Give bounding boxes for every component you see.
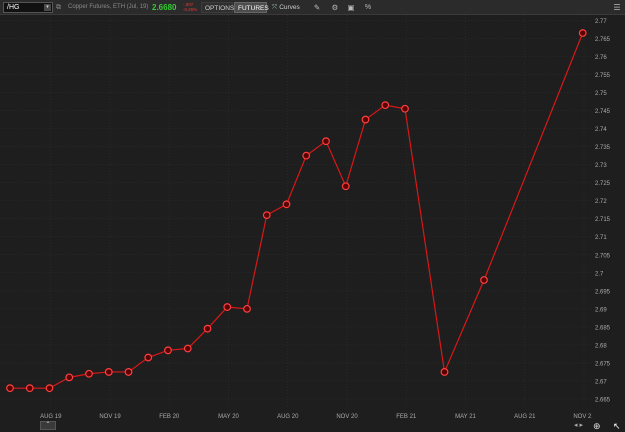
data-point[interactable] xyxy=(262,211,271,220)
snapshot-icon[interactable]: ▣ xyxy=(345,0,357,15)
cursor-icon: ↖ xyxy=(613,421,621,431)
data-point[interactable] xyxy=(85,369,93,378)
y-tick-label: 2.755 xyxy=(595,73,611,79)
data-point[interactable] xyxy=(164,346,172,355)
y-tick-label: 2.68 xyxy=(595,343,607,349)
y-tick-label: 2.71 xyxy=(595,235,607,241)
menu-icon[interactable]: ☰ xyxy=(611,0,623,15)
data-point[interactable] xyxy=(183,344,192,353)
link-icon[interactable]: ⧉ xyxy=(56,0,61,15)
symbol-description: Copper Futures, ETH (Jul, 19) xyxy=(68,4,149,10)
curves-button[interactable]: ⤧ Curves xyxy=(272,0,308,15)
y-tick-label: 2.695 xyxy=(595,289,611,295)
data-point[interactable] xyxy=(322,137,330,146)
y-tick-label: 2.675 xyxy=(595,361,611,367)
y-axis-svg: 2.665 2.67 2.675 2.68 2.685 2.69 2.695 2.7 2.705… xyxy=(595,19,611,404)
data-point[interactable] xyxy=(104,368,113,376)
chart-svg xyxy=(0,15,592,408)
data-point[interactable] xyxy=(401,104,409,113)
data-point[interactable] xyxy=(223,303,232,311)
y-axis[interactable]: 2.665 2.67 2.675 2.68 2.685 2.69 2.695 2.7 2.705… xyxy=(592,15,625,408)
data-point[interactable] xyxy=(124,368,133,376)
drawing-icon[interactable]: ✎ xyxy=(311,0,323,15)
y-tick-label: 2.74 xyxy=(595,127,607,133)
toolbar: /HG ▾ ⧉ Copper Futures, ETH (Jul, 19) 2.… xyxy=(0,0,625,15)
scroll-arrows-icon[interactable]: ◂ ▸ xyxy=(574,420,583,432)
percent-toggle[interactable]: % xyxy=(362,0,374,15)
chevron-down-icon[interactable]: ▾ xyxy=(44,4,51,11)
y-tick-label: 2.76 xyxy=(595,55,607,61)
y-tick-label: 2.77 xyxy=(595,19,607,25)
percent-change: -0.26% xyxy=(183,7,198,12)
data-point[interactable] xyxy=(341,182,350,191)
y-tick-label: 2.7 xyxy=(595,271,604,277)
curves-label: Curves xyxy=(279,4,300,11)
data-point[interactable] xyxy=(440,368,449,376)
data-point[interactable] xyxy=(6,384,14,393)
data-point[interactable] xyxy=(65,373,74,382)
data-point[interactable] xyxy=(144,353,153,362)
y-tick-label: 2.73 xyxy=(595,163,607,169)
bottom-bar: ⌃ ◂ ▸ ⊕ ↖ xyxy=(0,420,625,432)
data-point[interactable] xyxy=(480,276,488,284)
data-point[interactable] xyxy=(361,115,370,124)
data-point[interactable] xyxy=(45,384,54,393)
chart-plot-area[interactable] xyxy=(0,15,592,408)
y-tick-label: 2.72 xyxy=(595,199,607,205)
y-tick-label: 2.685 xyxy=(595,325,611,331)
collapse-panel-button[interactable]: ⌃ xyxy=(40,421,56,430)
x-axis[interactable]: AUG 19 NOV 19 FEB 20 MAY 20 AUG 20 NOV 20 FEB … xyxy=(0,408,595,420)
options-button[interactable]: OPTIONS xyxy=(201,2,234,13)
y-tick-label: 2.735 xyxy=(595,145,611,151)
zoom-icon[interactable]: ⊕ xyxy=(593,420,601,432)
data-point[interactable] xyxy=(302,151,311,160)
last-price: 2.6680 xyxy=(152,3,177,12)
symbol-input[interactable]: /HG ▾ xyxy=(3,2,53,13)
y-tick-label: 2.715 xyxy=(595,217,611,223)
futures-button[interactable]: FUTURES xyxy=(234,2,269,13)
data-point[interactable] xyxy=(243,304,251,313)
y-tick-label: 2.725 xyxy=(595,181,611,187)
series-line xyxy=(10,32,584,389)
y-tick-label: 2.69 xyxy=(595,307,607,313)
curves-icon: ⤧ xyxy=(272,4,278,11)
data-point[interactable] xyxy=(578,29,587,37)
style-icon[interactable]: ⚙ xyxy=(329,0,341,15)
y-tick-label: 2.67 xyxy=(595,379,607,385)
data-point[interactable] xyxy=(381,101,390,110)
y-tick-label: 2.745 xyxy=(595,109,611,115)
y-tick-label: 2.765 xyxy=(595,37,611,43)
y-tick-label: 2.75 xyxy=(595,91,607,97)
y-tick-label: 2.705 xyxy=(595,253,611,259)
data-point[interactable] xyxy=(282,200,291,209)
data-point[interactable] xyxy=(203,324,212,333)
symbol-text: /HG xyxy=(7,4,20,11)
data-point[interactable] xyxy=(25,384,34,393)
y-tick-label: 2.665 xyxy=(595,397,611,403)
